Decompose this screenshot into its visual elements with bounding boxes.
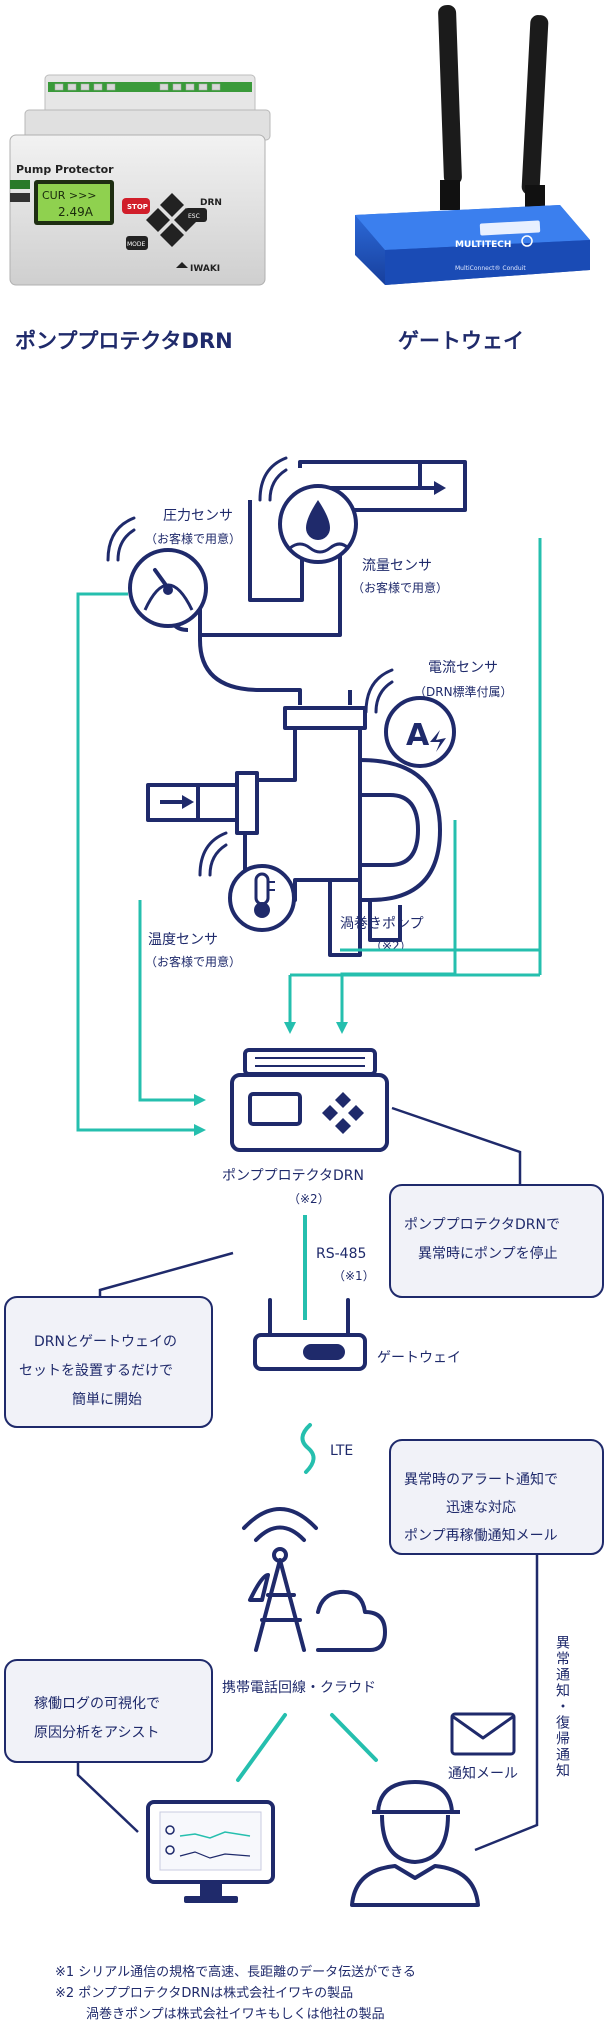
callout-log-line2: 原因分析をアシスト bbox=[34, 1725, 159, 1741]
pressure-sensor-note: （お客様で用意） bbox=[145, 531, 241, 546]
lte-label: LTE bbox=[330, 1443, 353, 1459]
gateway-router-icon bbox=[253, 1298, 367, 1371]
rs485-label: RS-485 bbox=[316, 1246, 366, 1262]
drn-product-title: ポンププロテクタDRN bbox=[15, 329, 233, 353]
callout-setup-line3: 簡単に開始 bbox=[72, 1392, 142, 1408]
cell-tower-cloud-icon bbox=[242, 1507, 387, 1652]
callout-stop-line2: 異常時にポンプを停止 bbox=[418, 1245, 558, 1262]
callout-stop-line1: ポンププロテクタDRNで bbox=[404, 1217, 560, 1233]
user-avatar-icon bbox=[350, 1780, 480, 1907]
callout-log-visualization: 稼働ログの可視化で 原因分析をアシスト bbox=[4, 1659, 213, 1763]
cloud-label: 携帯電話回線・クラウド bbox=[222, 1679, 376, 1696]
callout-setup-line1: DRNとゲートウェイの bbox=[34, 1334, 177, 1350]
drn-device-model: DRN bbox=[200, 198, 222, 208]
temperature-sensor-note: （お客様で用意） bbox=[145, 954, 241, 969]
mail-label: 通知メール bbox=[448, 1765, 518, 1782]
drn-key-stop: STOP bbox=[127, 203, 148, 211]
gateway-product-title: ゲートウェイ bbox=[398, 329, 524, 353]
callout-setup-line2: セットを設置するだけで bbox=[19, 1363, 173, 1379]
mail-envelope-icon bbox=[450, 1712, 516, 1756]
cloud-to-user-line bbox=[330, 1713, 378, 1762]
drn-key-esc: ESC bbox=[188, 213, 200, 220]
footnote-3: 渦巻きポンプは株式会社イワキもしくは他社の製品 bbox=[86, 2006, 385, 2022]
sensor-signal-lines bbox=[76, 538, 542, 1136]
pump-label: 渦巻きポンプ bbox=[340, 916, 424, 932]
lte-signal-icon bbox=[300, 1423, 316, 1474]
drn-label: ポンププロテクタDRN bbox=[222, 1168, 364, 1184]
gateway-model: MultiConnect® Conduit bbox=[455, 265, 526, 272]
callout-easy-setup: DRNとゲートウェイの セットを設置するだけで 簡単に開始 bbox=[4, 1296, 213, 1428]
flow-sensor-icon bbox=[258, 456, 358, 564]
drn-device-icon bbox=[230, 1048, 389, 1152]
drn-key-mode: MODE bbox=[127, 241, 146, 248]
flow-sensor-note: （お客様で用意） bbox=[352, 580, 448, 595]
drn-lcd-line2: 2.49A bbox=[58, 205, 94, 219]
footnote-1: ※1 シリアル通信の規格で高速、長距離のデータ伝送ができる bbox=[55, 1964, 416, 1980]
callout-stop-pump: ポンププロテクタDRNで 異常時にポンプを停止 bbox=[389, 1184, 604, 1298]
drn-note: （※2） bbox=[288, 1192, 330, 1206]
gateway-label: ゲートウェイ bbox=[377, 1350, 461, 1366]
callout-log-line1: 稼働ログの可視化で bbox=[34, 1696, 160, 1712]
monitor-icon bbox=[146, 1800, 275, 1903]
pump-protector-drn-photo: Pump Protector DRN CUR >>> 2.49A STOP ES… bbox=[9, 74, 271, 286]
callout-alert-line1: 異常時のアラート通知で bbox=[404, 1471, 558, 1488]
drn-device-brand: Pump Protector bbox=[16, 163, 114, 176]
notify-vertical-label: 異常通知・復帰通知 bbox=[554, 1635, 570, 1779]
drn-lcd-line1: CUR >>> bbox=[42, 189, 97, 202]
current-sensor-note: （DRN標準付属） bbox=[414, 684, 513, 699]
diagram-canvas: Pump Protector DRN CUR >>> 2.49A STOP ES… bbox=[4, 5, 604, 2022]
flow-sensor-label: 流量センサ bbox=[362, 558, 432, 574]
gateway-brand: MULTITECH bbox=[455, 240, 511, 250]
temperature-sensor-label: 温度センサ bbox=[148, 932, 218, 948]
svg-text:A: A bbox=[406, 718, 430, 753]
rs485-note: （※1） bbox=[333, 1269, 375, 1283]
gateway-photo: MULTITECH MultiConnect® Conduit bbox=[355, 5, 590, 285]
pressure-sensor-label: 圧力センサ bbox=[163, 508, 233, 524]
callout-alert-notice: 異常時のアラート通知で 迅速な対応 ポンプ再稼働通知メール bbox=[389, 1439, 604, 1555]
current-sensor-label: 電流センサ bbox=[428, 660, 498, 676]
callout-alert-line2: 迅速な対応 bbox=[446, 1500, 516, 1516]
drn-device-maker: IWAKI bbox=[190, 264, 220, 274]
callout-alert-line3: ポンプ再稼働通知メール bbox=[404, 1527, 558, 1544]
cloud-to-pc-line bbox=[236, 1713, 287, 1782]
footnote-2: ※2 ポンププロテクタDRNは株式会社イワキの製品 bbox=[55, 1985, 353, 2001]
